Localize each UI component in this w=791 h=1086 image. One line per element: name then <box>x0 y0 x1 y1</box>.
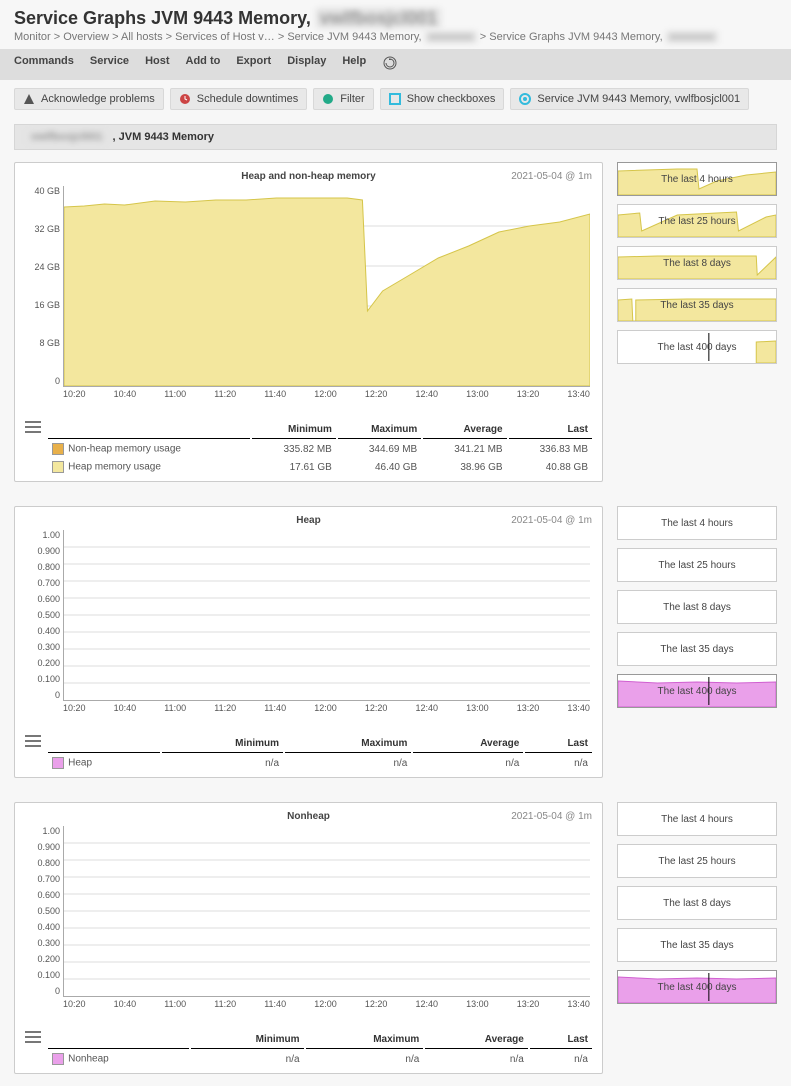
thumb-8d[interactable]: The last 8 days <box>617 886 777 920</box>
thumb-8d[interactable]: The last 8 days <box>617 246 777 280</box>
info-icon <box>519 93 531 105</box>
menu-host[interactable]: Host <box>145 55 169 74</box>
menu-display[interactable]: Display <box>287 55 326 74</box>
menu-addto[interactable]: Add to <box>186 55 221 74</box>
filter-icon <box>322 93 334 105</box>
chart-title: Heap <box>23 515 594 526</box>
schedule-downtimes-button[interactable]: Schedule downtimes <box>170 88 308 110</box>
hamburger-icon[interactable] <box>25 713 46 750</box>
filter-button[interactable]: Filter <box>313 88 373 110</box>
x-axis: 10:2010:4011:0011:2011:4012:0012:2012:40… <box>63 389 590 399</box>
y-axis: 1.000.9000.8000.7000.6000.5000.4000.3000… <box>24 530 60 700</box>
timestamp-label: 2021-05-04 @ 1m <box>511 515 592 526</box>
chart-title: Nonheap <box>23 811 594 822</box>
breadcrumb-item[interactable]: Overview <box>63 31 109 43</box>
show-checkboxes-button[interactable]: Show checkboxes <box>380 88 505 110</box>
thumb-35d[interactable]: The last 35 days <box>617 288 777 322</box>
reload-icon[interactable] <box>382 55 398 74</box>
thumb-4h[interactable]: The last 4 hours <box>617 506 777 540</box>
chart-area[interactable]: 1.000.9000.8000.7000.6000.5000.4000.3000… <box>63 826 590 997</box>
thumb-4h[interactable]: The last 4 hours <box>617 802 777 836</box>
warning-icon <box>23 93 35 105</box>
breadcrumb-item[interactable]: Service JVM 9443 Memory, <box>287 31 421 43</box>
legend-table: MinimumMaximumAverageLast Nonheapn/an/an… <box>46 1029 594 1069</box>
checkbox-icon <box>389 93 401 105</box>
action-bar: Acknowledge problems Schedule downtimes … <box>0 80 791 124</box>
timestamp-label: 2021-05-04 @ 1m <box>511 171 592 182</box>
thumb-25h[interactable]: The last 25 hours <box>617 204 777 238</box>
table-row: Heapn/an/an/an/a <box>48 755 592 771</box>
menu-bar: Commands Service Host Add to Export Disp… <box>0 49 791 80</box>
x-axis: 10:2010:4011:0011:2011:4012:0012:2012:40… <box>63 703 590 713</box>
clock-icon <box>179 93 191 105</box>
thumbnail-column: The last 4 hours The last 25 hours The l… <box>617 802 777 1004</box>
thumb-400d[interactable]: The last 400 days <box>617 674 777 708</box>
breadcrumb-item[interactable]: Monitor <box>14 31 51 43</box>
chart-panel-nonheap: 2021-05-04 @ 1m Nonheap 1.000.9000.8000.… <box>14 802 603 1074</box>
chart-title: Heap and non-heap memory <box>23 171 594 182</box>
chart-panel-heap-nonheap: 2021-05-04 @ 1m Heap and non-heap memory… <box>14 162 603 482</box>
thumb-35d[interactable]: The last 35 days <box>617 632 777 666</box>
acknowledge-button[interactable]: Acknowledge problems <box>14 88 164 110</box>
thumb-400d[interactable]: The last 400 days <box>617 970 777 1004</box>
table-row: Non-heap memory usage335.82 MB344.69 MB3… <box>48 441 592 457</box>
thumb-25h[interactable]: The last 25 hours <box>617 548 777 582</box>
thumb-400d[interactable]: The last 400 days <box>617 330 777 364</box>
thumb-25h[interactable]: The last 25 hours <box>617 844 777 878</box>
thumb-8d[interactable]: The last 8 days <box>617 590 777 624</box>
table-row: Nonheapn/an/an/an/a <box>48 1051 592 1067</box>
menu-export[interactable]: Export <box>236 55 271 74</box>
breadcrumb-item[interactable]: All hosts <box>121 31 163 43</box>
hamburger-icon[interactable] <box>25 1009 46 1046</box>
breadcrumb-blur: xxxxxxxx <box>425 31 477 43</box>
thumb-4h[interactable]: The last 4 hours <box>617 162 777 196</box>
thumbnail-column: The last 4 hours The last 25 hours The l… <box>617 506 777 708</box>
section-header: vwlfbosjcl001 , JVM 9443 Memory <box>14 124 777 150</box>
timestamp-label: 2021-05-04 @ 1m <box>511 811 592 822</box>
menu-service[interactable]: Service <box>90 55 129 74</box>
breadcrumb: Monitor > Overview > All hosts > Service… <box>0 31 791 49</box>
table-row: Heap memory usage17.61 GB46.40 GB38.96 G… <box>48 459 592 475</box>
service-button[interactable]: Service JVM 9443 Memory, vwlfbosjcl001 <box>510 88 749 110</box>
x-axis: 10:2010:4011:0011:2011:4012:0012:2012:40… <box>63 999 590 1009</box>
thumb-35d[interactable]: The last 35 days <box>617 928 777 962</box>
chart-area[interactable]: 1.000.9000.8000.7000.6000.5000.4000.3000… <box>63 530 590 701</box>
section-host-blur: vwlfbosjcl001 <box>27 131 107 143</box>
host-blur: vwlfbosjcl001 <box>316 8 441 28</box>
y-axis: 1.000.9000.8000.7000.6000.5000.4000.3000… <box>24 826 60 996</box>
breadcrumb-item[interactable]: Service Graphs JVM 9443 Memory, <box>489 31 662 43</box>
breadcrumb-blur: xxxxxxxx <box>666 31 718 43</box>
hamburger-icon[interactable] <box>25 399 46 436</box>
y-axis: 40 GB32 GB24 GB16 GB8 GB0 <box>24 186 60 386</box>
legend-table: MinimumMaximumAverageLast Heapn/an/an/an… <box>46 733 594 773</box>
chart-panel-heap: 2021-05-04 @ 1m Heap 1.000.9000.8000.700… <box>14 506 603 778</box>
thumbnail-column: The last 4 hours The last 25 hours The l… <box>617 162 777 364</box>
menu-commands[interactable]: Commands <box>14 55 74 74</box>
legend-table: MinimumMaximumAverageLast Non-heap memor… <box>46 419 594 477</box>
chart-area[interactable]: 40 GB32 GB24 GB16 GB8 GB0 <box>63 186 590 387</box>
page-title: Service Graphs JVM 9443 Memory, vwlfbosj… <box>0 0 791 31</box>
menu-help[interactable]: Help <box>342 55 366 74</box>
breadcrumb-item[interactable]: Services of Host v… <box>175 31 275 43</box>
